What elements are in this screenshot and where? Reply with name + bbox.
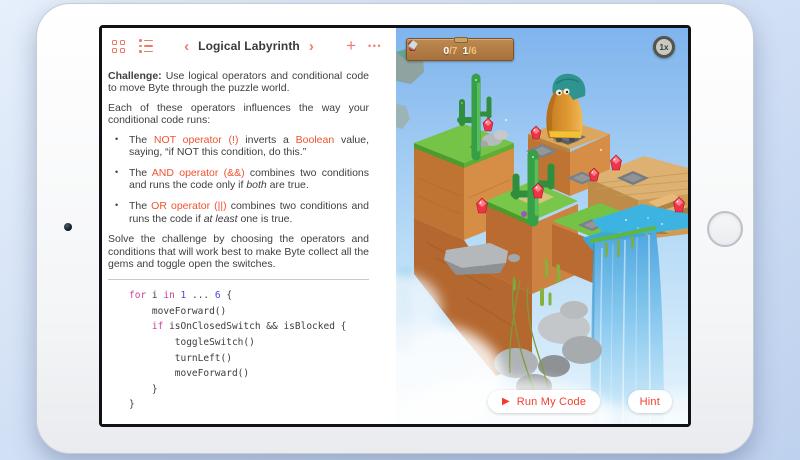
code-line[interactable]: turnLeft(): [129, 351, 369, 367]
gem-counter: 0/7: [443, 44, 458, 57]
more-options-icon[interactable]: •••: [368, 41, 382, 51]
code-line[interactable]: toggleSwitch(): [129, 335, 369, 351]
desktop-background: ‹ Logical Labyrinth › + ••• Challenge: U…: [0, 0, 800, 460]
hint-button[interactable]: Hint: [627, 390, 672, 413]
code-line[interactable]: for i in 1 ... 6 {: [129, 288, 369, 304]
puzzle-world-canvas[interactable]: 0/7 1/6 1x ▶ Run My Code Hint: [396, 28, 688, 424]
ipad-frame: ‹ Logical Labyrinth › + ••• Challenge: U…: [36, 3, 754, 454]
switch-counter: 1/6: [462, 44, 477, 57]
lesson-text: Challenge: Use logical operators and con…: [102, 64, 396, 413]
code-line[interactable]: if isOnClosedSwitch && isBlocked {: [129, 319, 369, 335]
table-of-contents-icon[interactable]: [139, 39, 153, 53]
divider: [108, 279, 369, 281]
code-line[interactable]: }: [129, 397, 369, 413]
run-my-code-button[interactable]: ▶ Run My Code: [488, 390, 601, 413]
run-button-label: Run My Code: [516, 395, 587, 408]
toolbar: ‹ Logical Labyrinth › + •••: [102, 28, 396, 64]
solve-paragraph: Solve the challenge by choosing the oper…: [108, 233, 369, 270]
lesson-panel: ‹ Logical Labyrinth › + ••• Challenge: U…: [102, 28, 396, 424]
bullet-and-operator: The AND operator (&&) combines two condi…: [108, 167, 369, 192]
operators-paragraph: Each of these operators influences the w…: [108, 102, 369, 127]
operator-list: The NOT operator (!) inverts a Boolean v…: [108, 134, 369, 225]
code-line[interactable]: moveForward(): [129, 366, 369, 382]
bullet-not-operator: The NOT operator (!) inverts a Boolean v…: [108, 134, 369, 159]
code-editor[interactable]: for i in 1 ... 6 { moveForward() if isOn…: [129, 288, 369, 413]
flower: [521, 211, 527, 217]
grid-view-icon[interactable]: [112, 39, 125, 53]
challenge-paragraph: Challenge: Use logical operators and con…: [108, 70, 369, 95]
home-button[interactable]: [707, 211, 743, 247]
puzzle-world-scene: [396, 28, 688, 424]
chevron-right-icon[interactable]: ›: [309, 39, 314, 54]
bullet-or-operator: The OR operator (||) combines two condit…: [108, 200, 369, 225]
progress-sign: 0/7 1/6: [406, 37, 514, 61]
code-line[interactable]: }: [129, 382, 369, 398]
add-icon[interactable]: +: [346, 37, 356, 54]
chevron-left-icon[interactable]: ‹: [184, 39, 189, 54]
switch-icon: [407, 39, 419, 51]
app-screen: ‹ Logical Labyrinth › + ••• Challenge: U…: [99, 25, 691, 427]
code-line[interactable]: moveForward(): [129, 304, 369, 320]
page-title: Logical Labyrinth: [198, 39, 300, 53]
hint-button-label: Hint: [639, 395, 660, 408]
play-icon: ▶: [502, 395, 510, 407]
camera-icon: [64, 223, 72, 231]
speed-button[interactable]: 1x: [653, 36, 675, 58]
